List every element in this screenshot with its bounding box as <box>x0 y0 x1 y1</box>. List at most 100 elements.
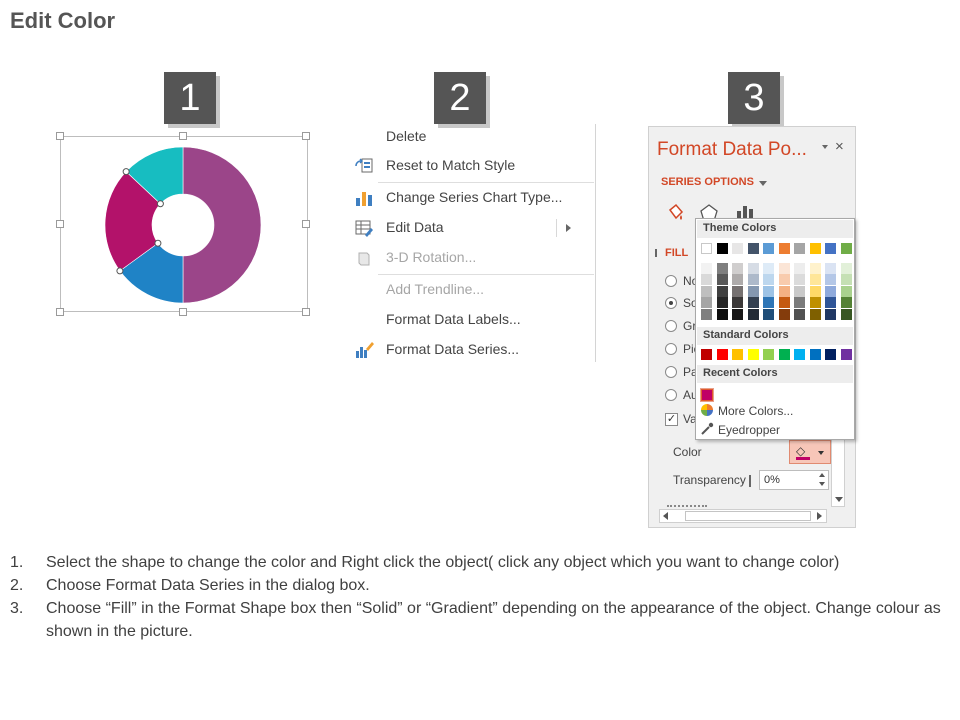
resize-handle-bottom-left[interactable] <box>56 308 64 316</box>
theme-color-swatch[interactable] <box>809 274 821 285</box>
theme-color-swatch[interactable] <box>747 285 759 297</box>
theme-color-swatch[interactable] <box>747 297 759 308</box>
theme-color-swatch[interactable] <box>778 285 790 297</box>
standard-color-swatch[interactable] <box>825 349 836 360</box>
resize-handle-left[interactable] <box>56 220 64 228</box>
theme-color-swatch[interactable] <box>809 262 821 274</box>
menu-item-format-data-series[interactable]: Format Data Series... <box>348 337 594 363</box>
theme-color-swatch[interactable] <box>840 285 852 297</box>
spin-up-icon[interactable] <box>819 473 825 477</box>
theme-color-swatch[interactable] <box>825 243 836 254</box>
theme-color-swatch[interactable] <box>825 262 836 274</box>
theme-color-swatch[interactable] <box>716 262 728 274</box>
selection-handle[interactable] <box>156 200 164 208</box>
theme-color-swatch[interactable] <box>716 243 728 254</box>
menu-item-edit-data[interactable]: Edit Data <box>348 215 594 241</box>
radio-gradient-fill[interactable] <box>665 320 677 332</box>
menu-item-3d-rotation[interactable]: 3-D Rotation... <box>348 245 594 271</box>
theme-color-swatch[interactable] <box>840 297 852 308</box>
scroll-right-icon[interactable] <box>817 512 822 520</box>
menu-item-change-chart-type[interactable]: Change Series Chart Type... <box>348 185 594 211</box>
theme-color-swatch[interactable] <box>732 308 743 320</box>
theme-color-swatch[interactable] <box>763 262 774 274</box>
recent-color-swatch[interactable] <box>700 388 714 402</box>
theme-color-swatch[interactable] <box>747 308 759 320</box>
theme-color-swatch[interactable] <box>825 285 836 297</box>
menu-item-reset-style[interactable]: Reset to Match Style <box>348 153 594 179</box>
theme-color-swatch[interactable] <box>701 274 712 285</box>
theme-color-swatch[interactable] <box>763 274 774 285</box>
theme-color-swatch[interactable] <box>732 243 743 254</box>
theme-color-swatch[interactable] <box>763 285 774 297</box>
donut-segment-purple[interactable] <box>182 146 262 304</box>
theme-color-swatch[interactable] <box>732 285 743 297</box>
close-icon[interactable]: × <box>835 138 844 155</box>
menu-item-delete[interactable]: Delete <box>348 124 594 150</box>
theme-color-swatch[interactable] <box>840 274 852 285</box>
theme-color-swatch[interactable] <box>763 308 774 320</box>
spin-down-icon[interactable] <box>819 482 825 486</box>
theme-color-swatch[interactable] <box>716 308 728 320</box>
selection-handle[interactable] <box>116 267 124 275</box>
radio-automatic-fill[interactable] <box>665 389 677 401</box>
radio-pattern-fill[interactable] <box>665 366 677 378</box>
theme-color-swatch[interactable] <box>763 297 774 308</box>
theme-color-swatch[interactable] <box>747 262 759 274</box>
fill-color-button[interactable]: ◇ <box>789 440 831 464</box>
theme-color-swatch[interactable] <box>809 297 821 308</box>
menu-item-format-data-labels[interactable]: Format Data Labels... <box>348 307 594 333</box>
theme-color-swatch[interactable] <box>747 243 759 254</box>
resize-handle-top[interactable] <box>179 132 187 140</box>
donut-chart[interactable] <box>100 142 266 308</box>
theme-color-swatch[interactable] <box>840 262 852 274</box>
eyedropper-option[interactable]: Eyedropper <box>718 423 780 437</box>
transparency-slider[interactable] <box>749 475 751 487</box>
theme-color-swatch[interactable] <box>732 274 743 285</box>
theme-color-swatch[interactable] <box>809 285 821 297</box>
standard-color-swatch[interactable] <box>778 349 790 360</box>
scrollbar-thumb[interactable] <box>685 511 811 521</box>
scroll-down-icon[interactable] <box>835 497 843 502</box>
theme-color-swatch[interactable] <box>825 297 836 308</box>
radio-no-fill[interactable] <box>665 275 677 287</box>
theme-color-swatch[interactable] <box>840 243 852 254</box>
resize-handle-bottom-right[interactable] <box>302 308 310 316</box>
fill-line-tab-icon[interactable] <box>665 203 685 223</box>
theme-color-swatch[interactable] <box>747 274 759 285</box>
standard-color-swatch[interactable] <box>716 349 728 360</box>
theme-color-swatch[interactable] <box>732 262 743 274</box>
theme-color-swatch[interactable] <box>778 262 790 274</box>
pane-options-dropdown-icon[interactable] <box>822 145 828 149</box>
theme-color-swatch[interactable] <box>794 297 805 308</box>
theme-color-swatch[interactable] <box>716 297 728 308</box>
theme-color-swatch[interactable] <box>825 274 836 285</box>
theme-color-swatch[interactable] <box>732 297 743 308</box>
resize-handle-top-left[interactable] <box>56 132 64 140</box>
theme-color-swatch[interactable] <box>794 274 805 285</box>
selection-handle[interactable] <box>122 168 130 176</box>
theme-color-swatch[interactable] <box>701 243 712 254</box>
chevron-down-icon[interactable] <box>759 181 767 186</box>
theme-color-swatch[interactable] <box>701 262 712 274</box>
series-options-dropdown[interactable]: SERIES OPTIONS <box>661 176 754 188</box>
resize-handle-top-right[interactable] <box>302 132 310 140</box>
resize-handle-right[interactable] <box>302 220 310 228</box>
theme-color-swatch[interactable] <box>716 285 728 297</box>
theme-color-swatch[interactable] <box>809 308 821 320</box>
standard-color-swatch[interactable] <box>763 349 774 360</box>
theme-color-swatch[interactable] <box>701 297 712 308</box>
vary-colors-checkbox[interactable]: ✓ <box>665 413 678 426</box>
radio-picture-fill[interactable] <box>665 343 677 355</box>
standard-color-swatch[interactable] <box>747 349 759 360</box>
menu-item-add-trendline[interactable]: Add Trendline... <box>348 277 594 303</box>
theme-color-swatch[interactable] <box>794 308 805 320</box>
theme-color-swatch[interactable] <box>778 297 790 308</box>
radio-solid-fill[interactable] <box>665 297 677 309</box>
theme-color-swatch[interactable] <box>809 243 821 254</box>
theme-color-swatch[interactable] <box>778 274 790 285</box>
selection-handle[interactable] <box>154 239 162 247</box>
theme-color-swatch[interactable] <box>778 308 790 320</box>
theme-color-swatch[interactable] <box>794 243 805 254</box>
theme-color-swatch[interactable] <box>794 262 805 274</box>
standard-color-swatch[interactable] <box>794 349 805 360</box>
